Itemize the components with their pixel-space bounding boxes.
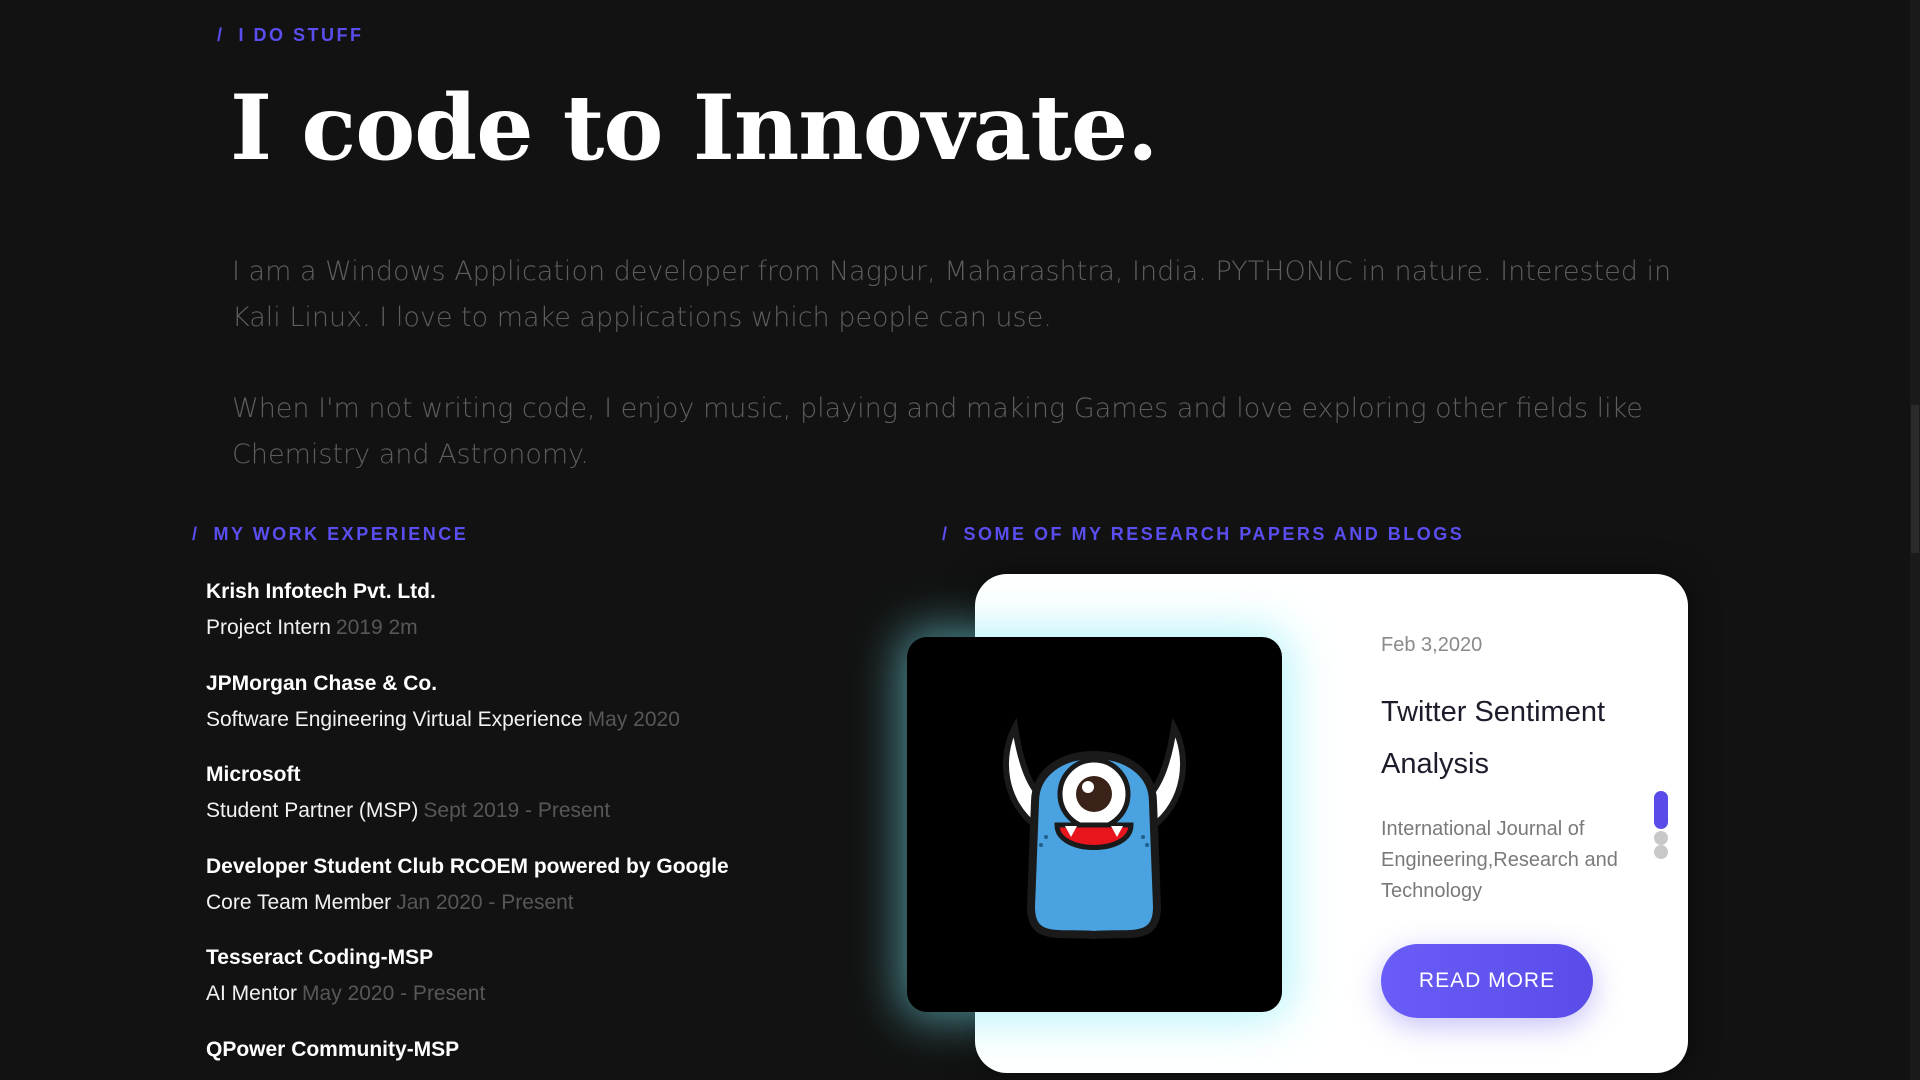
role: Software Engineering Virtual Experience: [206, 707, 583, 731]
blog-card-image[interactable]: [907, 637, 1282, 1012]
label-text: I DO STUFF: [238, 25, 364, 45]
company-name: QPower Community-MSP: [206, 1037, 460, 1061]
section-label-work: / MY WORK EXPERIENCE: [192, 524, 468, 545]
company-name: Microsoft: [206, 763, 301, 786]
role: AI Mentor: [206, 982, 298, 1005]
intro-paragraph: I am a Windows Application developer fro…: [232, 256, 1672, 333]
one-eyed-monster-icon: [1003, 717, 1186, 940]
period: May 2020 - Present: [302, 982, 486, 1005]
experience-item: JPMorgan Chase & Co. Software Engineerin…: [206, 666, 946, 758]
section-label-stuff: / I DO STUFF: [217, 25, 364, 46]
experience-item: Developer Student Club RCOEM powered by …: [206, 849, 946, 941]
pagination-dot-active[interactable]: [1654, 791, 1668, 829]
label-text: SOME OF MY RESEARCH PAPERS AND BLOGS: [963, 524, 1465, 544]
label-slash: /: [192, 524, 200, 544]
intro-paragraph-hobbies: When I'm not writing code, I enjoy music…: [232, 393, 1643, 470]
role-line: Core Team Member Jan 2020 - Present: [206, 885, 946, 921]
role: Project Intern: [206, 616, 331, 639]
company-name: Krish Infotech Pvt. Ltd.: [206, 580, 436, 603]
blog-description: International Journal of Engineering,Res…: [1381, 818, 1618, 902]
period: Jan 2020 - Present: [396, 890, 574, 914]
role: Student Partner (MSP): [206, 799, 419, 822]
experience-item: QPower Community-MSP: [206, 1032, 946, 1080]
period: 2019 2m: [335, 616, 418, 639]
role-line: AI Mentor May 2020 - Present: [206, 976, 946, 1012]
page: / I DO STUFF I code to Innovate. I am a W…: [0, 0, 1920, 1080]
role-line: Project Intern 2019 2m: [206, 610, 946, 646]
period: May 2020: [587, 707, 680, 731]
role-line: Student Partner (MSP) Sept 2019 - Present: [206, 793, 946, 829]
blog-title[interactable]: Twitter Sentiment Analysis: [1381, 686, 1651, 790]
experience-item: Tesseract Coding-MSP AI Mentor May 2020 -…: [206, 940, 946, 1032]
role-line: [206, 1068, 946, 1080]
read-more-button[interactable]: READ MORE: [1381, 944, 1593, 1018]
company-name: Tesseract Coding-MSP: [206, 946, 434, 969]
carousel-pagination: [1654, 791, 1668, 859]
section-label-papers: / SOME OF MY RESEARCH PAPERS AND BLOGS: [942, 524, 1464, 545]
period: Sept 2019 - Present: [423, 799, 611, 822]
blog-date: Feb 3,2020: [1381, 634, 1483, 656]
pagination-dot[interactable]: [1654, 831, 1668, 845]
page-title: I code to Innovate.: [230, 75, 1158, 181]
experience-list: Krish Infotech Pvt. Ltd. Project Intern 2…: [206, 574, 946, 1080]
scrollbar-thumb[interactable]: [1911, 405, 1919, 553]
role: Core Team Member: [206, 890, 392, 914]
experience-item: Microsoft Student Partner (MSP) Sept 2019…: [206, 757, 946, 849]
label-text: MY WORK EXPERIENCE: [213, 524, 469, 544]
scrollbar[interactable]: [1910, 0, 1920, 1080]
label-slash: /: [217, 25, 225, 45]
company-name: JPMorgan Chase & Co.: [206, 671, 438, 695]
role-line: Software Engineering Virtual Experience M…: [206, 702, 946, 738]
pagination-dot[interactable]: [1654, 845, 1668, 859]
label-slash: /: [942, 524, 950, 544]
experience-item: Krish Infotech Pvt. Ltd. Project Intern 2…: [206, 574, 946, 666]
company-name: Developer Student Club RCOEM powered by …: [206, 854, 729, 878]
